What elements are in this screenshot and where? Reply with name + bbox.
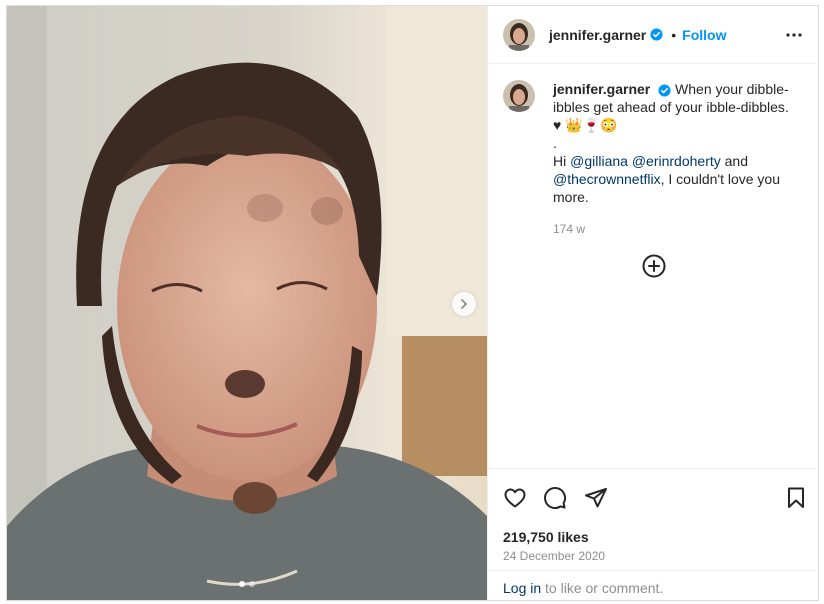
next-slide-button[interactable]	[452, 292, 476, 316]
caption-avatar[interactable]	[503, 80, 535, 112]
mention-link[interactable]: @thecrownnetflix	[553, 171, 661, 187]
post-photo	[7, 6, 487, 600]
comment-icon[interactable]	[543, 486, 567, 510]
chevron-right-icon	[461, 299, 468, 309]
login-prompt-text: to like or comment.	[545, 580, 664, 596]
caption-username[interactable]: jennifer.garner	[553, 81, 650, 97]
post-actions: 219,750 likes 24 December 2020	[488, 468, 820, 570]
caption-and: and	[724, 153, 748, 169]
time-ago[interactable]: 174 w	[553, 220, 793, 238]
caption-dot-line: .	[553, 135, 557, 151]
heart-icon[interactable]	[503, 486, 527, 510]
login-prompt: Log in to like or comment.	[488, 570, 820, 600]
avatar[interactable]	[503, 18, 535, 51]
bookmark-icon[interactable]	[784, 486, 808, 510]
carousel-indicator	[7, 581, 487, 587]
post-date[interactable]: 24 December 2020	[503, 549, 605, 563]
verified-badge-icon	[658, 84, 671, 97]
mention-link[interactable]: @gilliana	[570, 153, 628, 169]
verified-badge-icon	[650, 28, 663, 41]
post-caption: jennifer.garner When your dibble-ibbles …	[503, 80, 803, 238]
share-icon[interactable]	[584, 486, 608, 510]
carousel-dot	[239, 581, 245, 587]
post-dialog: jennifer.garner • Follow jennifer.garner…	[6, 5, 820, 601]
carousel-dot	[249, 581, 255, 587]
post-side-panel: jennifer.garner • Follow jennifer.garner…	[487, 6, 820, 600]
header-separator: •	[671, 26, 677, 43]
caption-text: jennifer.garner When your dibble-ibbles …	[553, 80, 793, 238]
caption-emojis: 👑🍷😳	[565, 117, 618, 133]
post-header: jennifer.garner • Follow	[488, 6, 820, 64]
login-link[interactable]: Log in	[503, 580, 541, 596]
caption-hi: Hi	[553, 153, 567, 169]
post-media[interactable]	[7, 6, 487, 600]
likes-count[interactable]: 219,750 likes	[503, 529, 589, 545]
add-circle-icon[interactable]	[642, 254, 666, 278]
more-options-icon[interactable]	[785, 26, 803, 44]
mention-link[interactable]: @erinrdoherty	[632, 153, 721, 169]
header-username[interactable]: jennifer.garner	[549, 27, 646, 43]
follow-button[interactable]: Follow	[682, 27, 726, 43]
